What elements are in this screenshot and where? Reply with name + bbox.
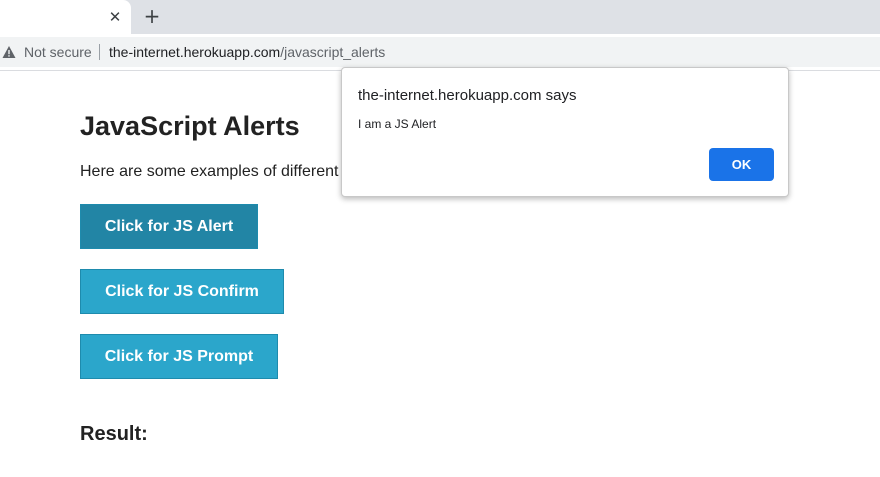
js-prompt-button[interactable]: Click for JS Prompt — [80, 334, 278, 379]
browser-toolbar: Not secure the-internet.herokuapp.com/ja… — [0, 34, 880, 71]
dialog-message: I am a JS Alert — [358, 117, 437, 131]
security-label[interactable]: Not secure — [24, 44, 92, 60]
page-description: Here are some examples of different — [80, 163, 339, 180]
result-heading: Result: — [80, 423, 148, 445]
js-alert-button[interactable]: Click for JS Alert — [80, 204, 258, 249]
js-confirm-button[interactable]: Click for JS Confirm — [80, 269, 284, 314]
address-bar[interactable]: Not secure the-internet.herokuapp.com/ja… — [0, 37, 880, 67]
warning-triangle-icon[interactable] — [2, 45, 16, 59]
js-alert-dialog: the-internet.herokuapp.com says I am a J… — [341, 67, 789, 197]
dialog-title: the-internet.herokuapp.com says — [358, 87, 577, 104]
url-host: the-internet.herokuapp.com — [109, 44, 281, 60]
address-separator — [99, 44, 100, 60]
close-tab-icon[interactable]: ✕ — [106, 8, 124, 26]
new-tab-icon[interactable]: + — [142, 6, 162, 26]
url-path: /javascript_alerts — [280, 44, 386, 60]
page-title: JavaScript Alerts — [80, 111, 300, 141]
tab-strip: ✕ + — [0, 0, 880, 34]
active-tab[interactable]: ✕ — [0, 0, 131, 34]
ok-button[interactable]: OK — [709, 148, 774, 181]
url-text[interactable]: the-internet.herokuapp.com/javascript_al… — [109, 44, 385, 60]
